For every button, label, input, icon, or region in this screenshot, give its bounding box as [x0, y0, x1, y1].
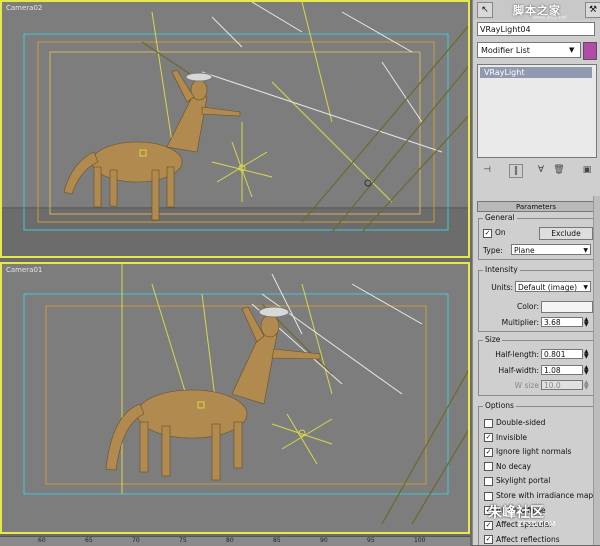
checkbox-label: Skylight portal [496, 476, 551, 486]
chevron-down-icon: ▼ [583, 284, 588, 291]
units-dropdown[interactable]: Default (image) ▼ [515, 281, 591, 292]
option-checkbox[interactable]: ✓ Invisible [484, 433, 527, 443]
make-unique-icon[interactable]: ∀ [535, 164, 547, 176]
multiplier-label: Multiplier: [501, 318, 539, 327]
watermark-url: ZF3D.COM [518, 520, 556, 528]
checkbox-label: Invisible [496, 432, 527, 442]
ruler-tick: 70 [132, 537, 140, 544]
checkmark-icon: ✓ [484, 447, 493, 457]
ruler-tick: 95 [367, 537, 375, 544]
create-tab-icon[interactable]: ↖ [477, 2, 493, 18]
pin-stack-icon[interactable]: ⊣ [481, 164, 493, 176]
w-size-spinner[interactable]: 10.0 [541, 380, 583, 390]
w-size-label: W size [514, 381, 539, 390]
command-panel: ↖ ⚒ 脚本之家 www.jb51.net VRayLight04 Modifi… [472, 0, 600, 545]
light-color-swatch[interactable] [541, 301, 593, 313]
checkmark-icon: ✓ [484, 535, 493, 545]
modifier-stack[interactable]: VRayLight [477, 64, 597, 158]
spinner-arrows-icon[interactable]: ▲ ▼ [584, 317, 589, 328]
option-checkbox[interactable]: Double-sided [484, 418, 545, 428]
checkbox-empty-icon [484, 462, 493, 472]
checkmark-icon: ✓ [484, 433, 493, 443]
dropdown-value: Plane [514, 246, 535, 255]
checkmark-icon: ✓ [484, 520, 493, 530]
stack-toolbar: ⊣ ‖ ∀ 🗑 ▣ [477, 162, 595, 180]
dropdown-value: Default (image) [518, 283, 578, 292]
exclude-button[interactable]: Exclude [539, 227, 593, 240]
ruler-tick: 75 [179, 537, 187, 544]
checkbox-label: On [495, 228, 506, 237]
viewport-camera02[interactable]: Camera02 [0, 0, 470, 258]
panel-scrollbar[interactable] [593, 196, 600, 545]
group-title: Options [483, 401, 516, 410]
option-checkbox[interactable]: Store with irradiance map [484, 491, 593, 501]
viewport-scene [23, 264, 468, 525]
chevron-down-icon: ▼ [569, 46, 575, 54]
ruler-tick: 60 [38, 537, 46, 544]
checkbox-label: Ignore light normals [496, 447, 572, 457]
watermark: 朱峰社区 [488, 505, 544, 521]
units-label: Units: [491, 283, 513, 292]
half-length-spinner[interactable]: 0.801 [541, 349, 583, 359]
checkbox-label: Store with irradiance map [496, 491, 594, 500]
multiplier-spinner[interactable]: 3.68 [541, 317, 583, 327]
ruler-tick: 100 [414, 537, 426, 544]
configure-sets-icon[interactable]: ▣ [581, 164, 593, 176]
checkbox-empty-icon [484, 491, 493, 501]
checkbox-empty-icon [484, 476, 493, 486]
option-checkbox[interactable]: ✓ Ignore light normals [484, 447, 571, 457]
object-color-swatch[interactable] [583, 42, 597, 60]
site-logo-url: www.jb51.net [533, 15, 568, 21]
spinner-arrows-icon[interactable]: ▲ ▼ [584, 380, 589, 391]
show-end-result-icon[interactable]: ‖ [509, 164, 523, 178]
ruler-tick: 85 [273, 537, 281, 544]
option-checkbox[interactable]: Skylight portal [484, 476, 550, 486]
type-dropdown[interactable]: Plane ▼ [511, 244, 591, 255]
half-width-label: Half-width: [498, 366, 539, 375]
viewport-scene [2, 2, 468, 256]
group-title: Size [483, 335, 503, 344]
group-title: Intensity [483, 265, 520, 274]
spinner-arrows-icon[interactable]: ▲ ▼ [584, 349, 589, 360]
spinner-arrows-icon[interactable]: ▲ ▼ [584, 365, 589, 376]
color-label: Color: [517, 302, 539, 311]
remove-modifier-icon[interactable]: 🗑 [553, 164, 565, 176]
checkbox-empty-icon [484, 418, 493, 428]
chevron-down-icon: ▼ [583, 247, 588, 254]
half-length-label: Half-length: [495, 350, 539, 359]
viewport-camera01[interactable]: Camera01 [0, 262, 470, 534]
ruler-tick: 65 [85, 537, 93, 544]
checkbox-label: Double-sided [496, 418, 546, 427]
checkbox-label: No decay [496, 461, 532, 471]
type-label: Type: [483, 246, 503, 255]
option-checkbox[interactable]: No decay [484, 462, 531, 472]
half-width-spinner[interactable]: 1.08 [541, 365, 583, 375]
ruler-tick: 90 [320, 537, 328, 544]
utilities-tab-icon[interactable]: ⚒ [585, 2, 600, 18]
panel-tabs: ↖ ⚒ 脚本之家 www.jb51.net [473, 0, 600, 21]
parameters-rollout[interactable]: Parameters [477, 201, 595, 212]
object-name-field[interactable]: VRayLight04 [477, 22, 595, 36]
on-checkbox[interactable]: ✓ On [483, 228, 506, 238]
ruler-tick: 80 [226, 537, 234, 544]
option-checkbox[interactable]: ✓ Affect reflections [484, 535, 560, 545]
checkbox-label: Affect reflections [496, 534, 560, 544]
modifier-list-dropdown[interactable]: Modifier List [477, 42, 581, 58]
stack-item-vraylight[interactable]: VRayLight [480, 67, 592, 78]
group-title: General [483, 213, 517, 222]
